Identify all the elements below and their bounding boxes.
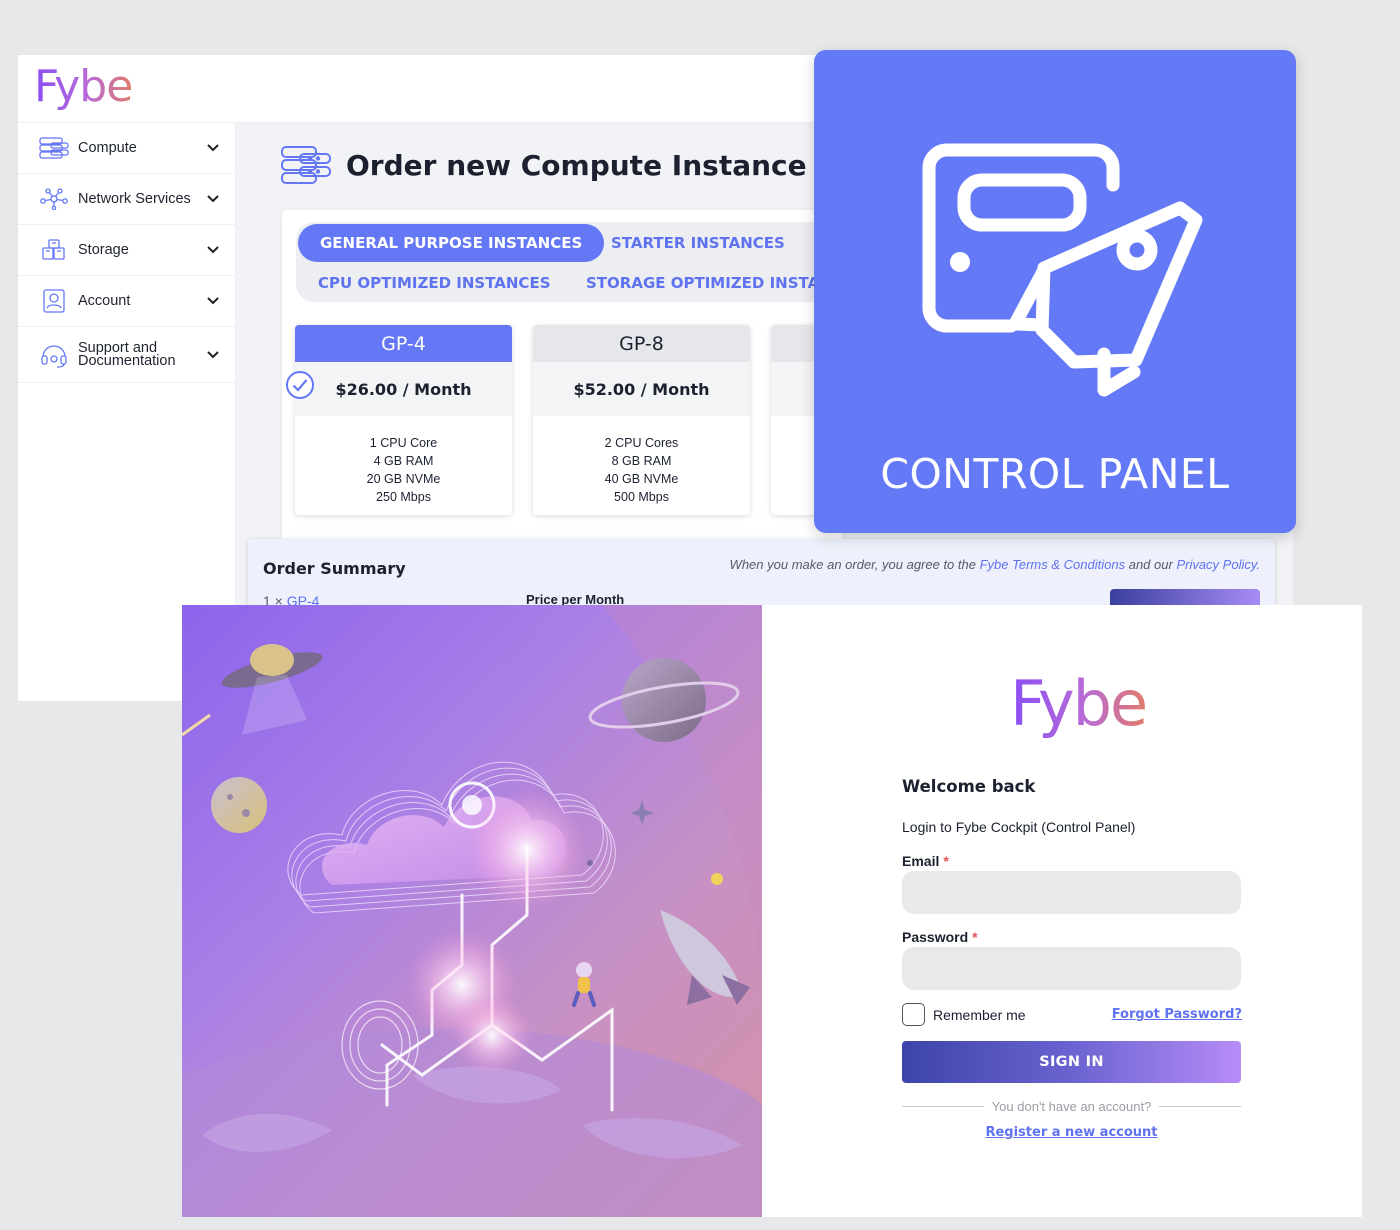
tab-starter[interactable]: STARTER INSTANCES: [611, 234, 785, 252]
sidebar-item-label: Network Services: [78, 190, 191, 207]
forgot-password-link[interactable]: Forgot Password?: [1112, 1007, 1242, 1022]
plan-spec: 250 Mbps: [376, 490, 431, 504]
email-field[interactable]: [902, 871, 1241, 914]
sidebar-item-label-line2: Documentation: [78, 352, 176, 369]
plan-card-gp-8[interactable]: GP-8 $52.00 / Month 2 CPU Cores 8 GB RAM…: [533, 325, 750, 515]
remember-me: Remember me: [902, 1003, 1026, 1026]
sidebar-item-support[interactable]: Support and Documentation: [18, 327, 235, 383]
login-form: Fybe Welcome back Login to Fybe Cockpit …: [902, 605, 1242, 1217]
storage-boxes-icon: [38, 237, 70, 263]
plan-card-gp-4[interactable]: GP-4 $26.00 / Month 1 CPU Core 4 GB RAM …: [295, 325, 512, 515]
email-label: Email *: [902, 853, 949, 869]
tab-storage-optimized[interactable]: STORAGE OPTIMIZED INSTAN: [586, 274, 832, 292]
welcome-heading: Welcome back: [902, 777, 1036, 796]
plan-name: GP-8: [533, 325, 750, 362]
password-label-text: Password: [902, 929, 969, 945]
sidebar-item-label: Storage: [78, 241, 129, 258]
plan-spec: 40 GB NVMe: [604, 472, 679, 486]
plan-spec: 1 CPU Core: [369, 436, 438, 450]
space-cloud-illustration: [182, 605, 762, 1217]
password-field[interactable]: [902, 947, 1241, 990]
instance-type-tabs: GENERAL PURPOSE INSTANCES STARTER INSTAN…: [296, 222, 856, 302]
tile-label: CONTROL PANEL: [880, 450, 1230, 498]
email-label-text: Email: [902, 853, 940, 869]
network-nodes-icon: [38, 186, 70, 212]
terms-notice: When you make an order, you agree to the…: [730, 557, 1260, 572]
page-header: Order new Compute Instance: [280, 145, 807, 185]
plan-spec: 8 GB RAM: [611, 454, 672, 468]
server-rocket-icon: [922, 143, 1203, 397]
sidebar-item-network-services[interactable]: Network Services: [18, 174, 235, 225]
chevron-down-icon[interactable]: [207, 297, 219, 305]
sidebar-item-storage[interactable]: Storage: [18, 225, 235, 276]
remember-me-checkbox[interactable]: [902, 1003, 925, 1026]
login-window: Fybe Welcome back Login to Fybe Cockpit …: [182, 605, 1362, 1217]
chevron-down-icon[interactable]: [207, 350, 219, 359]
account-divider: You don't have an account?: [902, 1099, 1241, 1114]
tab-general-purpose[interactable]: GENERAL PURPOSE INSTANCES: [298, 224, 605, 262]
required-mark: *: [972, 929, 978, 945]
server-stack-icon: [281, 146, 331, 184]
sidebar-item-compute[interactable]: Compute: [18, 123, 235, 174]
illustration-svg: [182, 605, 762, 1217]
chevron-down-icon[interactable]: [207, 246, 219, 254]
divider-line: [902, 1106, 984, 1107]
page-title: Order new Compute Instance: [346, 148, 807, 182]
plan-name: GP-4: [295, 325, 512, 362]
sidebar-item-label: Compute: [78, 139, 137, 156]
plan-specs: 2 CPU Cores 8 GB RAM 40 GB NVMe 500 Mbps: [533, 416, 750, 506]
selected-check-icon: [286, 371, 314, 399]
plan-spec: 4 GB RAM: [373, 454, 434, 468]
plan-specs: 1 CPU Core 4 GB RAM 20 GB NVMe 250 Mbps: [295, 416, 512, 506]
register-link[interactable]: Register a new account: [902, 1125, 1241, 1140]
chevron-down-icon[interactable]: [207, 144, 219, 152]
plan-spec: 500 Mbps: [614, 490, 669, 504]
brand-logo[interactable]: Fybe: [34, 61, 133, 112]
plan-spec: 2 CPU Cores: [604, 436, 679, 450]
sidebar-item-account[interactable]: Account: [18, 276, 235, 327]
sign-in-button[interactable]: SIGN IN: [902, 1041, 1241, 1083]
chevron-down-icon[interactable]: [207, 195, 219, 203]
plan-price: $52.00 / Month: [533, 362, 750, 416]
no-account-text: You don't have an account?: [991, 1099, 1152, 1114]
terms-prefix: When you make an order, you agree to the: [729, 557, 976, 572]
remember-me-label: Remember me: [933, 1006, 1026, 1023]
control-panel-tile: CONTROL PANEL: [814, 50, 1296, 533]
headset-icon: [38, 342, 70, 368]
sidebar-item-label: Account: [78, 292, 131, 309]
server-stack-icon: [38, 135, 70, 161]
sidebar-item-label: Support and Documentation: [78, 340, 176, 369]
privacy-link[interactable]: Privacy Policy.: [1176, 557, 1260, 572]
terms-link[interactable]: Fybe Terms & Conditions: [980, 557, 1125, 572]
login-subtitle: Login to Fybe Cockpit (Control Panel): [902, 819, 1136, 835]
tab-cpu-optimized[interactable]: CPU OPTIMIZED INSTANCES: [318, 274, 551, 292]
order-summary-title: Order Summary: [263, 559, 406, 578]
password-label: Password *: [902, 929, 978, 945]
login-logo: Fybe: [1010, 667, 1148, 740]
account-id-icon: [38, 288, 70, 314]
terms-middle: and our: [1128, 557, 1173, 572]
plan-spec: 20 GB NVMe: [366, 472, 441, 486]
required-mark: *: [943, 853, 949, 869]
divider-line: [1159, 1106, 1241, 1107]
plan-price: $26.00 / Month: [295, 362, 512, 416]
